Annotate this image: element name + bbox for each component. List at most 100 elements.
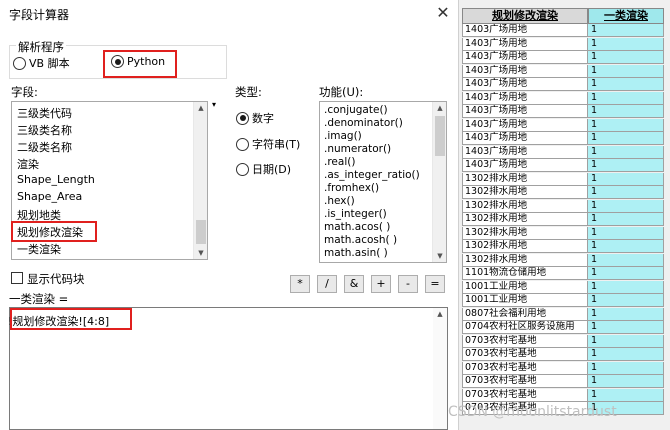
planning-render-cell[interactable]: 1001工业用地 [462,280,588,294]
function-list-item[interactable]: .is_integer() [324,208,387,220]
field-list-item[interactable]: 二级类名称 [17,139,72,155]
operator-button[interactable]: + [371,275,391,293]
field-list-item[interactable]: 三级类名称 [17,122,72,138]
scroll-up-icon[interactable]: ▲ [194,102,207,114]
class-render-cell[interactable]: 1 [588,91,664,105]
table-row[interactable]: 1403广场用地 1 [462,159,664,172]
planning-render-cell[interactable]: 1403广场用地 [462,24,588,37]
class-render-cell[interactable]: 1 [588,388,664,402]
table-row[interactable]: 1403广场用地 1 [462,37,664,51]
planning-render-cell[interactable]: 1302排水用地 [462,240,588,253]
table-row[interactable]: 0703农村宅基地 1 [462,388,664,402]
expression-scrollbar[interactable]: ▲ [433,308,447,429]
table-row[interactable]: 1001工业用地 1 [462,294,664,307]
table-row[interactable]: 0703农村宅基地 1 [462,334,664,348]
class-render-cell[interactable]: 1 [588,307,664,321]
sort-arrow-icon[interactable]: ▾ [212,100,216,109]
planning-render-cell[interactable]: 1302排水用地 [462,253,588,267]
function-list-item[interactable]: .hex() [324,195,355,207]
class-render-cell[interactable]: 1 [588,51,664,64]
table-row[interactable]: 1403广场用地 1 [462,24,664,37]
function-list-item[interactable]: .denominator() [324,117,403,129]
fields-scrollbar[interactable]: ▲ ▼ [193,102,207,259]
field-list-item[interactable]: Shape_Length [17,173,95,186]
class-render-cell[interactable]: 1 [588,321,664,334]
scroll-thumb[interactable] [435,116,445,156]
table-row[interactable]: 1403广场用地 1 [462,64,664,78]
function-list-item[interactable]: .fromhex() [324,182,379,194]
function-list-item[interactable]: .as_integer_ratio() [324,169,420,181]
class-render-cell[interactable]: 1 [588,361,664,375]
table-row[interactable]: 1302排水用地 1 [462,172,664,186]
planning-render-cell[interactable]: 1403广场用地 [462,159,588,172]
type-string-radio[interactable]: 字符串(T) [236,136,300,152]
field-list-item[interactable]: Shape_Area [17,190,82,203]
operator-button[interactable]: = [425,275,445,293]
type-number-radio[interactable]: 数字 [236,110,274,126]
scroll-thumb[interactable] [196,220,206,244]
table-row[interactable]: 1403广场用地 1 [462,78,664,91]
table-row[interactable]: 0703农村宅基地 1 [462,375,664,388]
planning-render-cell[interactable]: 1403广场用地 [462,118,588,132]
field-list-item[interactable]: 渲染 [17,156,39,172]
operator-button[interactable]: - [398,275,418,293]
planning-render-cell[interactable]: 1403广场用地 [462,78,588,91]
planning-render-cell[interactable]: 0703农村宅基地 [462,388,588,402]
function-list-item[interactable]: .real() [324,156,355,168]
table-row[interactable]: 1001工业用地 1 [462,280,664,294]
function-list-item[interactable]: .imag() [324,130,362,142]
type-date-radio[interactable]: 日期(D) [236,161,291,177]
planning-render-cell[interactable]: 0703农村宅基地 [462,361,588,375]
table-row[interactable]: 0704农村社区服务设施用 1 [462,321,664,334]
table-row[interactable]: 0703农村宅基地 1 [462,361,664,375]
table-row[interactable]: 1403广场用地 1 [462,145,664,159]
class-render-cell[interactable]: 1 [588,267,664,280]
planning-render-cell[interactable]: 1101物流仓储用地 [462,267,588,280]
class-render-cell[interactable]: 1 [588,294,664,307]
table-row[interactable]: 1302排水用地 1 [462,199,664,213]
table-row[interactable]: 1302排水用地 1 [462,186,664,199]
class-render-cell[interactable]: 1 [588,78,664,91]
planning-render-cell[interactable]: 1403广场用地 [462,132,588,145]
class-render-cell[interactable]: 1 [588,240,664,253]
class-render-cell[interactable]: 1 [588,37,664,51]
planning-render-cell[interactable]: 1403广场用地 [462,51,588,64]
planning-render-cell[interactable]: 1302排水用地 [462,172,588,186]
operator-button[interactable]: & [344,275,364,293]
class-render-cell[interactable]: 1 [588,105,664,118]
scroll-up-icon[interactable]: ▲ [433,308,447,320]
planning-render-cell[interactable]: 1403广场用地 [462,145,588,159]
planning-render-cell[interactable]: 1001工业用地 [462,294,588,307]
class-render-cell[interactable]: 1 [588,375,664,388]
class-render-cell[interactable]: 1 [588,348,664,361]
planning-render-cell[interactable]: 1403广场用地 [462,91,588,105]
class-render-cell[interactable]: 1 [588,132,664,145]
planning-render-cell[interactable]: 0703农村宅基地 [462,334,588,348]
scroll-up-icon[interactable]: ▲ [433,102,446,114]
planning-render-cell[interactable]: 1302排水用地 [462,186,588,199]
planning-render-cell[interactable]: 1302排水用地 [462,199,588,213]
table-row[interactable]: 1302排水用地 1 [462,253,664,267]
class-render-cell[interactable]: 1 [588,172,664,186]
scroll-down-icon[interactable]: ▼ [433,250,446,262]
class-render-cell[interactable]: 1 [588,199,664,213]
table-row[interactable]: 1302排水用地 1 [462,213,664,226]
planning-render-cell[interactable]: 1403广场用地 [462,105,588,118]
planning-render-cell[interactable]: 0807社会福利用地 [462,307,588,321]
function-list-item[interactable]: math.acos( ) [324,221,390,233]
function-list-item[interactable]: .numerator() [324,143,391,155]
column-header-class-render[interactable]: 一类渲染 [588,8,664,24]
class-render-cell[interactable]: 1 [588,24,664,37]
planning-render-cell[interactable]: 0703农村宅基地 [462,375,588,388]
scroll-down-icon[interactable]: ▼ [194,247,207,259]
class-render-cell[interactable]: 1 [588,334,664,348]
planning-render-cell[interactable]: 1302排水用地 [462,226,588,240]
planning-render-cell[interactable]: 0704农村社区服务设施用 [462,321,588,334]
function-list-item[interactable]: math.acosh( ) [324,234,397,246]
table-row[interactable]: 1403广场用地 1 [462,91,664,105]
class-render-cell[interactable]: 1 [588,118,664,132]
operator-button[interactable]: / [317,275,337,293]
function-list-item[interactable]: math.asin( ) [324,247,388,259]
vb-script-radio[interactable]: VB 脚本 [13,55,70,71]
table-row[interactable]: 0807社会福利用地 1 [462,307,664,321]
